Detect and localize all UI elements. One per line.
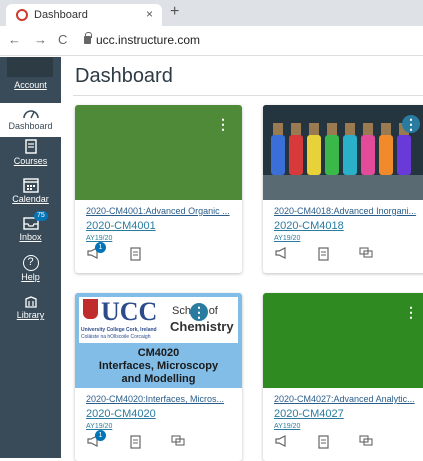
course-card[interactable]: UCC University College Cork, Ireland Col…: [75, 293, 242, 461]
sidebar-item-courses[interactable]: Courses: [0, 139, 61, 173]
dashboard-icon: [22, 110, 39, 119]
ucc-logo-subtitle-irish: Coláiste na hOllscoile Corcaigh: [81, 334, 151, 340]
bottles-image: [263, 105, 423, 200]
new-tab-button[interactable]: +: [170, 3, 179, 21]
tab-title: Dashboard: [34, 9, 88, 21]
address-bar: ← → C ucc.instructure.com: [0, 26, 423, 56]
library-icon: [24, 296, 37, 308]
course-card-code[interactable]: 2020-CM4027: [274, 408, 344, 420]
sidebar-item-label: Calendar: [12, 194, 49, 204]
ucc-logo-text: UCC: [101, 297, 158, 326]
tab-close-icon[interactable]: ×: [146, 7, 153, 21]
announcements-icon[interactable]: [275, 435, 289, 450]
global-nav-sidebar: Account Dashboard Courses Calendar 75 In…: [0, 57, 61, 458]
card-options-kebab-icon[interactable]: ⋮: [190, 303, 208, 321]
sidebar-item-calendar[interactable]: Calendar: [0, 177, 61, 211]
course-card-name[interactable]: 2020-CM4027:Advanced Analytic...: [274, 394, 423, 404]
chemistry-text: Chemistry: [170, 319, 234, 334]
course-card-term: AY19/20: [86, 423, 113, 430]
ucc-logo: UCC University College Cork, Ireland Col…: [79, 297, 165, 343]
assignments-icon[interactable]: [129, 247, 143, 264]
forward-icon[interactable]: →: [34, 32, 47, 47]
course-card-hero[interactable]: [263, 293, 423, 388]
sidebar-item-label: Inbox: [19, 232, 42, 242]
assignments-icon[interactable]: [317, 247, 331, 264]
course-card[interactable]: ⋮ 2020-CM4001:Advanced Organic ... 2020-…: [75, 105, 242, 273]
course-card[interactable]: ⋮ 2020-CM4018:Advanced Inorgani... 2020-…: [263, 105, 423, 273]
announcements-badge: 1: [95, 430, 106, 441]
sidebar-item-library[interactable]: Library: [0, 295, 61, 329]
card-options-kebab-icon[interactable]: ⋮: [402, 115, 420, 133]
discussions-icon[interactable]: [171, 435, 185, 450]
dashboard-main: Dashboard ⋮ 2020-CM4001:Advanced Organic…: [61, 57, 423, 461]
announcements-icon[interactable]: [275, 247, 289, 262]
sidebar-item-label: Dashboard: [8, 121, 53, 131]
sidebar-item-label: Courses: [13, 156, 48, 166]
course-card-name[interactable]: 2020-CM4020:Interfaces, Micros...: [86, 394, 236, 404]
help-icon: ?: [22, 255, 39, 271]
sidebar-item-label: Account: [14, 80, 47, 90]
back-icon[interactable]: ←: [8, 32, 21, 47]
course-card-code[interactable]: 2020-CM4020: [86, 408, 156, 420]
discussions-icon[interactable]: [359, 435, 373, 450]
browser-tab-dashboard[interactable]: Dashboard ×: [6, 4, 162, 26]
hero-course-code: CM4020: [137, 347, 180, 359]
sidebar-item-label: Help: [21, 272, 40, 282]
assignments-icon[interactable]: [129, 435, 143, 452]
sidebar-item-account[interactable]: Account: [0, 79, 61, 101]
course-card-hero-bottles-image[interactable]: [263, 105, 423, 200]
course-card[interactable]: ⋮ 2020-CM4027:Advanced Analytic... 2020-…: [263, 293, 423, 461]
course-card-name[interactable]: 2020-CM4018:Advanced Inorgani...: [274, 206, 423, 216]
sidebar-item-help[interactable]: ? Help: [0, 255, 61, 289]
title-divider: [73, 95, 423, 96]
calendar-icon: [22, 178, 39, 193]
course-card-hero[interactable]: UCC University College Cork, Ireland Col…: [75, 293, 242, 388]
browser-tabstrip: Dashboard × +: [0, 0, 423, 26]
page-title: Dashboard: [75, 65, 173, 87]
course-card-code[interactable]: 2020-CM4001: [86, 220, 156, 232]
announcements-badge: 1: [95, 242, 106, 253]
courses-icon: [24, 139, 37, 154]
course-card-term: AY19/20: [274, 235, 301, 242]
card-options-kebab-icon[interactable]: ⋮: [402, 303, 420, 321]
card-actions: [271, 247, 421, 267]
sidebar-item-label: Library: [16, 310, 45, 320]
card-actions: [271, 435, 421, 455]
hero-course-title-2: and Modelling: [121, 373, 196, 385]
sidebar-item-dashboard[interactable]: Dashboard: [0, 103, 61, 137]
course-card-term: AY19/20: [86, 235, 113, 242]
lock-icon[interactable]: [84, 32, 92, 44]
institution-logo[interactable]: [7, 57, 53, 77]
url-field[interactable]: ucc.instructure.com: [96, 33, 200, 47]
course-card-term: AY19/20: [274, 423, 301, 430]
canvas-favicon-icon: [16, 9, 28, 21]
course-card-code[interactable]: 2020-CM4018: [274, 220, 344, 232]
inbox-unread-badge: 75: [34, 211, 48, 221]
assignments-icon[interactable]: [317, 435, 331, 452]
sidebar-item-inbox[interactable]: 75 Inbox: [0, 211, 61, 251]
card-actions: 1: [83, 430, 233, 455]
card-options-kebab-icon[interactable]: ⋮: [214, 115, 232, 133]
ucc-crest-icon: [83, 299, 98, 319]
card-actions: 1: [83, 242, 233, 267]
ucc-logo-subtitle: University College Cork, Ireland: [81, 327, 157, 333]
reload-icon[interactable]: C: [58, 32, 67, 47]
course-card-name[interactable]: 2020-CM4001:Advanced Organic ...: [86, 206, 236, 216]
hero-course-title-1: Interfaces, Microscopy: [98, 360, 219, 372]
discussions-icon[interactable]: [359, 247, 373, 262]
